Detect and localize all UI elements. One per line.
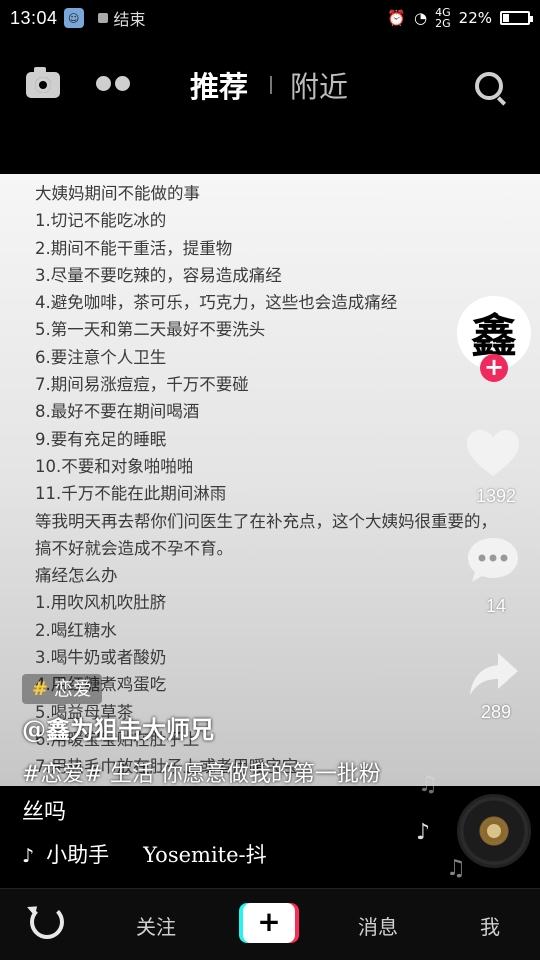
floating-music-note-icon: ♪ xyxy=(416,820,431,845)
share-icon[interactable] xyxy=(468,651,520,697)
bottom-tab-bar: 关注 + 消息 我 xyxy=(0,888,540,960)
comment-icon[interactable] xyxy=(466,536,520,584)
status-time: 13:04 xyxy=(10,7,58,28)
notification-square-icon xyxy=(97,13,108,23)
search-icon[interactable] xyxy=(475,72,503,100)
note-line: 1.用吹风机吹肚脐 xyxy=(35,593,167,613)
note-line: 9.要有充足的睡眠 xyxy=(35,429,167,449)
floating-music-note-icon: ♫ xyxy=(418,772,438,797)
tab-messages[interactable]: 消息 xyxy=(358,911,398,940)
tab-nearby[interactable]: 附近 xyxy=(290,64,348,106)
note-line: 6.要注意个人卫生 xyxy=(35,347,167,367)
camera-icon[interactable] xyxy=(26,67,60,98)
dots-icon[interactable] xyxy=(96,76,130,91)
floating-music-note-icon: ♫ xyxy=(446,856,466,881)
like-count: 1392 xyxy=(475,486,517,506)
follow-button[interactable]: + xyxy=(480,354,508,382)
note-line: 痛经怎么办 xyxy=(35,566,118,586)
note-line: 11.千万不能在此期间淋雨 xyxy=(35,484,227,504)
note-line: 1.切记不能吃冰的 xyxy=(35,211,167,231)
music-artist: Yosemite-抖 xyxy=(143,843,267,867)
video-caption: #恋爱# 生活 你愿意做我的第一批粉丝吗 xyxy=(22,762,381,825)
note-line: 2.喝红糖水 xyxy=(35,620,117,640)
wifi-icon: ◔ xyxy=(414,9,428,27)
note-line: 3.喝牛奶或者酸奶 xyxy=(35,648,167,668)
tab-divider xyxy=(270,76,272,94)
status-right: ⏰ ◔ 4G 2G 22% xyxy=(387,7,533,29)
note-line: 8.最好不要在期间喝酒 xyxy=(35,402,200,422)
music-info[interactable]: ♪ 小助手 Yosemite-抖 xyxy=(22,839,267,869)
battery-fill xyxy=(503,14,509,22)
create-button[interactable]: + xyxy=(243,903,295,943)
share-count: 289 xyxy=(480,702,512,722)
status-bar: 13:04 ☺ 结束 ⏰ ◔ 4G 2G 22% xyxy=(0,0,540,36)
music-song: 小助手 xyxy=(46,843,110,867)
hashtag-badge[interactable]: # 恋爱 xyxy=(22,674,102,704)
notification-text: 结束 xyxy=(113,10,146,29)
note-line: 3.尽量不要吃辣的，容易造成痛经 xyxy=(35,265,282,285)
hashtag-label: 恋爱 xyxy=(53,678,92,700)
note-line: 5.第一天和第二天最好不要洗头 xyxy=(35,320,266,340)
comment-count: 14 xyxy=(485,596,507,616)
hashtag-symbol: # xyxy=(32,678,48,700)
network-2g-label: 2G xyxy=(435,17,451,30)
tab-me[interactable]: 我 xyxy=(480,911,500,940)
author-name[interactable]: @鑫为狙击大师兄 xyxy=(22,710,214,745)
alarm-icon: ⏰ xyxy=(387,9,407,27)
refresh-icon[interactable] xyxy=(30,905,64,939)
note-line: 4.用红糖煮鸡蛋吃 xyxy=(35,675,167,695)
battery-percent: 22% xyxy=(458,9,492,27)
notification-app-icon: ☺ xyxy=(63,8,84,28)
battery-icon xyxy=(500,11,533,25)
music-disc-icon[interactable] xyxy=(457,794,531,868)
video-note-text: 大姨妈期间不能做的事 1.切记不能吃冰的 2.期间不能干重活，提重物 3.尽量不要吃辣… xyxy=(35,180,505,781)
like-icon[interactable] xyxy=(465,428,521,478)
note-line: 2.期间不能干重活，提重物 xyxy=(35,238,233,258)
note-line: 4.避免咖啡，茶可乐，巧克力，这些也会造成痛经 xyxy=(35,293,398,313)
tab-follow[interactable]: 关注 xyxy=(136,911,176,940)
note-line: 7.期间易涨痘痘，千万不要碰 xyxy=(35,375,249,395)
top-nav: 推荐 附近 xyxy=(0,36,540,134)
note-line: 10.不要和对象啪啪啪 xyxy=(35,456,194,476)
note-line: 等我明天再去帮你们问医生了在补充点，这个大姨妈很重要的，搞不好就会造成不孕不育。 xyxy=(35,511,497,558)
signal-icon: 4G 2G xyxy=(435,7,451,29)
tab-recommend[interactable]: 推荐 xyxy=(190,64,248,106)
music-note-icon: ♪ xyxy=(22,845,35,867)
note-line: 大姨妈期间不能做的事 xyxy=(35,184,200,203)
